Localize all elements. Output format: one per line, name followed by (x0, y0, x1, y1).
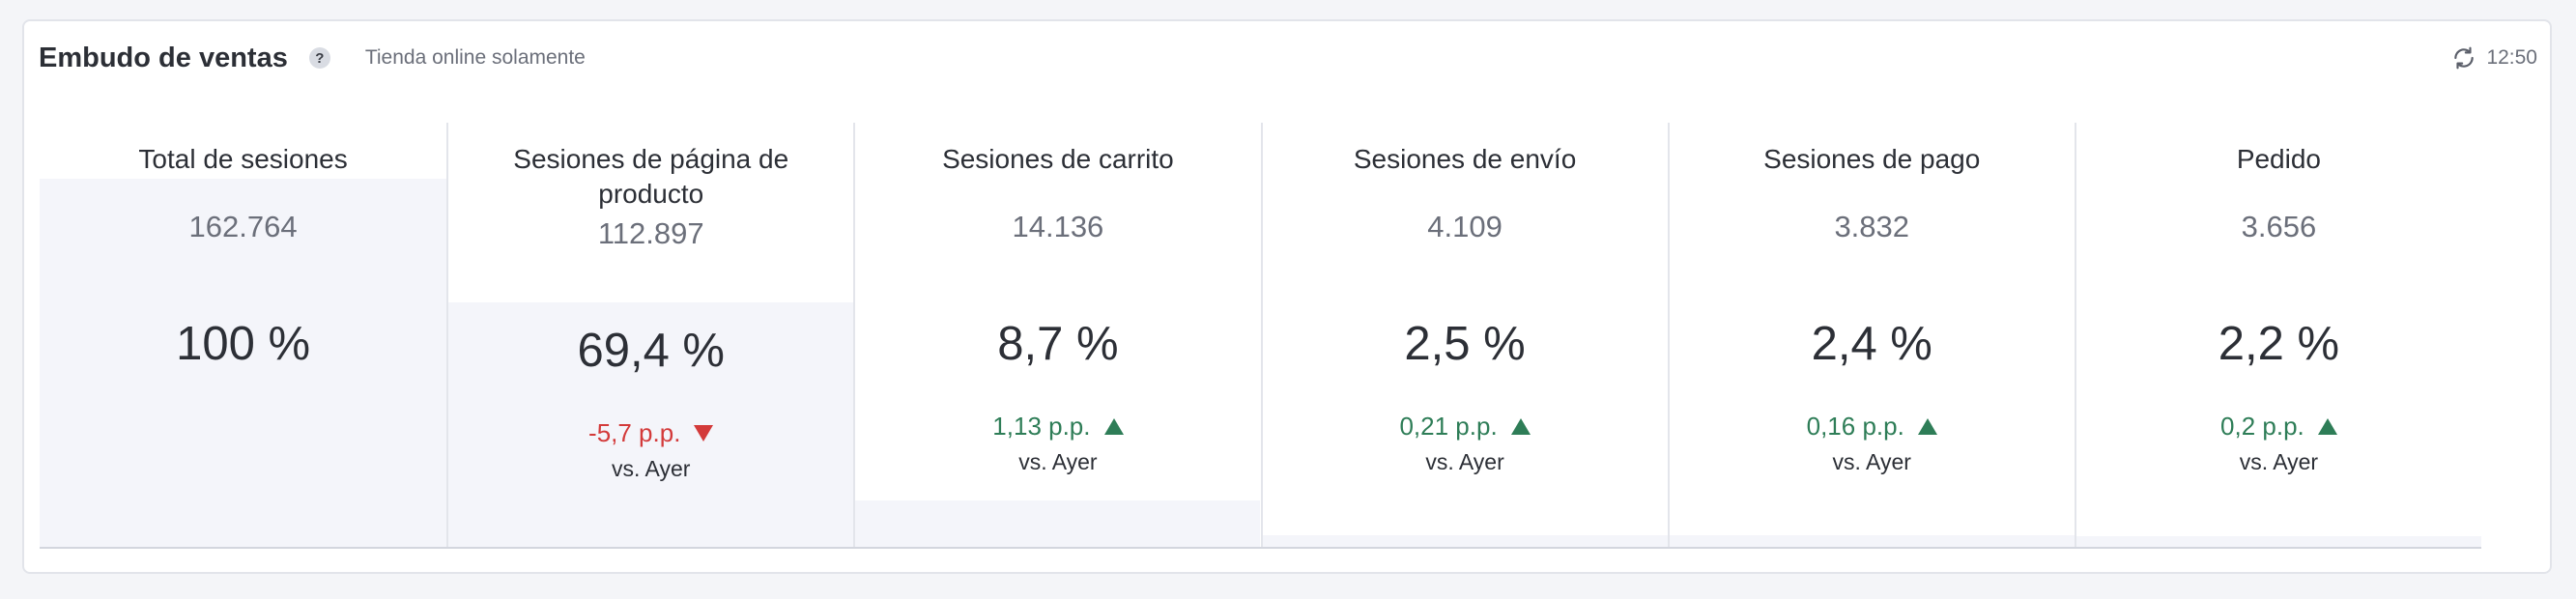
stage-comparison: vs. Ayer (1425, 449, 1504, 474)
stage-percent: 2,2 % (2218, 318, 2340, 370)
stage-count: 14.136 (1012, 210, 1104, 243)
stage-percent: 8,7 % (997, 318, 1119, 370)
stage-comparison: vs. Ayer (1832, 449, 1911, 474)
triangle-up-icon (1510, 418, 1531, 435)
funnel-stage: Sesiones de envío 4.109 2,5 % 0,21 p.p. vs. … (1260, 123, 1668, 549)
stage-delta-value: -5,7 p.p. (588, 418, 681, 447)
stage-delta-value: 0,21 p.p. (1399, 412, 1498, 441)
stage-percent: 69,4 % (577, 325, 726, 377)
stage-delta: 0,2 p.p. (2076, 412, 2481, 442)
last-updated-time: 12:50 (2486, 46, 2537, 69)
stage-title: Sesiones de envío (1353, 144, 1577, 174)
stage-delta-value: 0,2 p.p. (2220, 412, 2304, 441)
card-header: Embudo de ventas ? Tienda online solamen… (39, 39, 2537, 77)
triangle-up-icon (1917, 418, 1937, 435)
stage-delta: 1,13 p.p. (855, 412, 1260, 442)
stage-title: Sesiones de pago (1763, 144, 1981, 174)
stage-title: Sesiones de página de producto (513, 144, 789, 209)
stage-title: Pedido (2236, 144, 2321, 174)
refresh-icon[interactable] (2451, 45, 2476, 71)
stage-count: 162.764 (188, 210, 298, 243)
stage-delta-value: 1,13 p.p. (992, 412, 1091, 441)
stage-count: 4.109 (1427, 210, 1503, 243)
funnel-stage: Sesiones de pago 3.832 2,4 % 0,16 p.p. vs. A… (1667, 123, 2075, 549)
stage-percent: 2,5 % (1404, 318, 1526, 370)
stage-delta: 0,21 p.p. (1263, 412, 1668, 442)
help-icon[interactable]: ? (308, 47, 330, 69)
stage-count: 112.897 (597, 216, 704, 250)
funnel-stage-content: Total de sesiones 162.764 100 % (40, 123, 446, 549)
stage-delta: 0,16 p.p. (1670, 412, 2075, 442)
stage-comparison: vs. Ayer (612, 456, 691, 481)
stage-delta-value: 0,16 p.p. (1806, 412, 1904, 441)
card-title: Embudo de ventas (39, 42, 288, 73)
funnel-stage-content: Sesiones de envío 4.109 2,5 % 0,21 p.p. vs. … (1263, 123, 1668, 549)
funnel-stage: Sesiones de carrito 14.136 8,7 % 1,13 p.p. v… (853, 123, 1261, 549)
stage-title: Total de sesiones (138, 144, 348, 174)
card-subtitle: Tienda online solamente (364, 46, 586, 69)
funnel-stage-content: Sesiones de página de producto 112.897 69,… (448, 123, 853, 549)
funnel-stage: Pedido 3.656 2,2 % 0,2 p.p. vs. Ayer (2074, 123, 2481, 549)
triangle-up-icon (2317, 418, 2337, 435)
funnel-stage: Sesiones de página de producto 112.897 69,… (446, 123, 854, 549)
stage-comparison: vs. Ayer (2239, 449, 2319, 474)
funnel-stage-content: Sesiones de carrito 14.136 8,7 % 1,13 p.p. v… (855, 123, 1260, 549)
funnel-stage-content: Pedido 3.656 2,2 % 0,2 p.p. vs. Ayer (2076, 123, 2481, 549)
triangle-up-icon (1103, 418, 1124, 435)
stage-percent: 2,4 % (1811, 318, 1932, 370)
triangle-down-icon (694, 425, 714, 442)
stage-count: 3.656 (2241, 210, 2317, 243)
refresh-control[interactable]: 12:50 (2451, 45, 2537, 71)
stage-count: 3.832 (1834, 210, 1910, 243)
funnel-stage-content: Sesiones de pago 3.832 2,4 % 0,16 p.p. vs. A… (1670, 123, 2075, 549)
stage-comparison: vs. Ayer (1018, 449, 1098, 474)
stage-title: Sesiones de carrito (942, 144, 1174, 174)
funnel-chart: Pedido 3.656 2,2 % 0,2 p.p. vs. Ayer Sesiones… (40, 123, 2481, 549)
funnel-stage: Total de sesiones 162.764 100 % (40, 123, 447, 549)
funnel-baseline (40, 547, 2481, 549)
stage-delta: -5,7 p.p. (448, 418, 853, 448)
stage-percent: 100 % (176, 318, 311, 370)
